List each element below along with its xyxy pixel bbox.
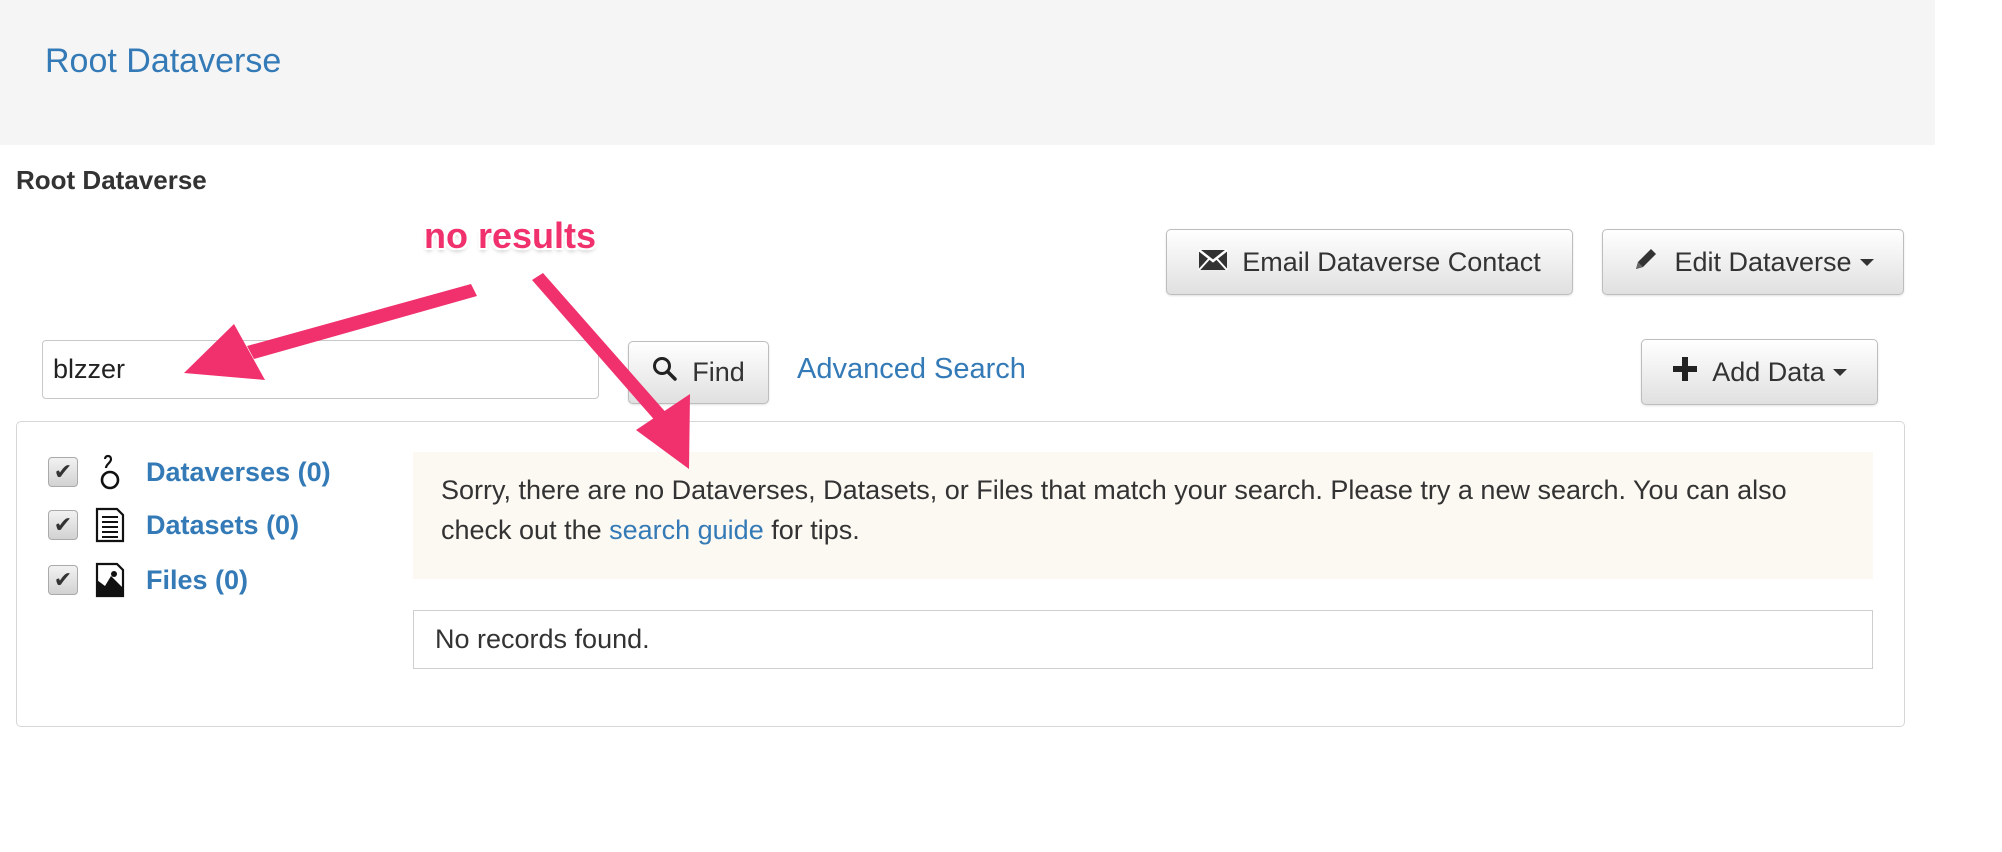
dataverses-checkbox[interactable]: ✔: [48, 457, 78, 487]
dataset-icon: [92, 506, 128, 544]
edit-dataverse-label: Edit Dataverse: [1674, 246, 1852, 277]
chevron-down-icon: [1859, 258, 1874, 266]
no-results-message: Sorry, there are no Dataverses, Datasets…: [413, 452, 1873, 579]
check-icon: ✔: [53, 459, 73, 484]
no-records-text: No records found.: [435, 624, 650, 654]
search-input[interactable]: [42, 340, 599, 399]
email-contact-button[interactable]: Email Dataverse Contact: [1166, 229, 1573, 295]
facet-datasets: ✔ Datasets (0): [48, 505, 299, 545]
add-data-button[interactable]: Add Data: [1641, 339, 1878, 405]
check-icon: ✔: [53, 512, 73, 537]
search-guide-link[interactable]: search guide: [609, 515, 764, 545]
files-checkbox[interactable]: ✔: [48, 565, 78, 595]
find-label: Find: [692, 357, 745, 387]
chevron-down-icon: [1832, 368, 1847, 376]
facet-files: ✔ Files (0): [48, 560, 248, 600]
edit-dataverse-button[interactable]: Edit Dataverse: [1602, 229, 1904, 295]
facet-label-dataverses[interactable]: Dataverses (0): [146, 457, 331, 488]
find-button[interactable]: Find: [628, 341, 769, 404]
plus-icon: [1672, 356, 1698, 389]
datasets-checkbox[interactable]: ✔: [48, 510, 78, 540]
annotation-label: no results: [424, 215, 597, 256]
advanced-search-link[interactable]: Advanced Search: [797, 353, 1026, 386]
envelope-icon: [1198, 247, 1228, 278]
brand-link[interactable]: Root Dataverse: [45, 42, 281, 81]
facet-label-datasets[interactable]: Datasets (0): [146, 510, 299, 541]
file-icon: [92, 561, 128, 599]
message-text-after: for tips.: [763, 515, 860, 545]
email-contact-label: Email Dataverse Contact: [1242, 246, 1541, 277]
facet-label-files[interactable]: Files (0): [146, 565, 248, 596]
records-box: No records found.: [413, 610, 1873, 669]
add-data-label: Add Data: [1712, 356, 1825, 387]
dataverse-icon: [92, 453, 128, 491]
check-icon: ✔: [53, 567, 73, 592]
facet-dataverses: ✔ Dataverses (0): [48, 452, 331, 492]
header-band: Root Dataverse: [0, 0, 1935, 145]
search-icon: [652, 356, 678, 389]
pencil-icon: [1632, 245, 1660, 280]
page-title: Root Dataverse: [16, 165, 207, 195]
